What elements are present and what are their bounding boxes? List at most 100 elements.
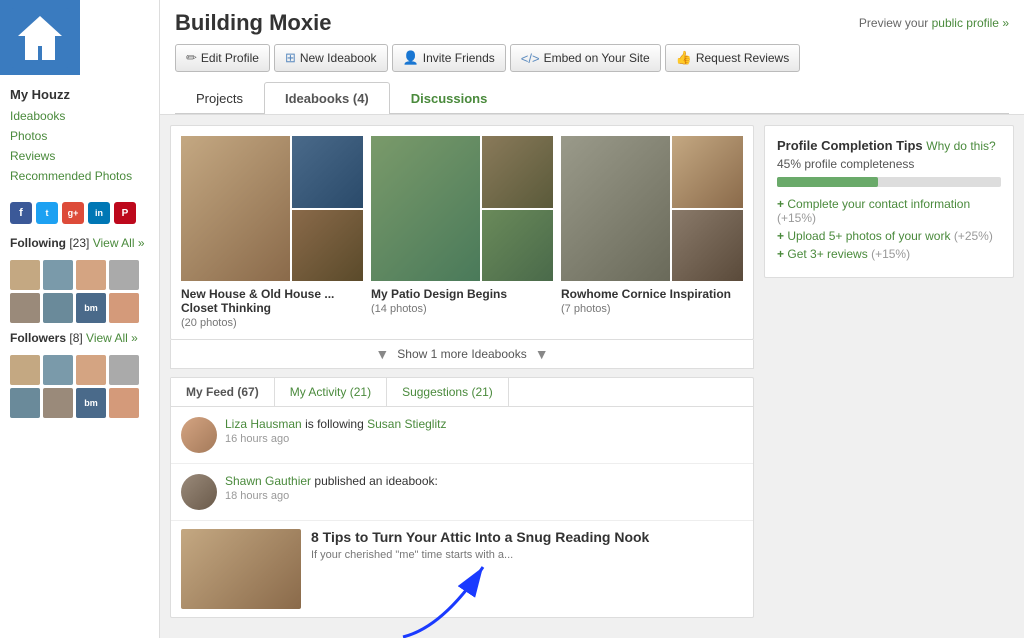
feed-tab-my-feed[interactable]: My Feed (67) — [171, 378, 275, 406]
book-icon: ⊞ — [285, 50, 296, 66]
sidebar-item-recommended-photos[interactable]: Recommended Photos — [0, 166, 159, 186]
public-profile-link[interactable]: public profile » — [932, 16, 1009, 30]
embed-label: Embed on Your Site — [544, 51, 650, 65]
feed-item-1-time: 16 hours ago — [225, 433, 743, 445]
google-plus-icon[interactable]: g+ — [62, 202, 84, 224]
susan-link[interactable]: Susan Stieglitz — [367, 417, 446, 431]
follower-avatar — [109, 355, 139, 385]
feed-item-1-action: Liza Hausman is following Susan Stieglit… — [225, 417, 743, 431]
ideabook-2-thumb-1 — [482, 136, 553, 208]
sidebar: My Houzz Ideabooks Photos Reviews Recomm… — [0, 0, 160, 638]
tip-3-plus: + — [777, 247, 784, 261]
feed-tab-my-activity[interactable]: My Activity (21) — [275, 378, 387, 406]
ideabook-card-2[interactable]: My Patio Design Begins (14 photos) — [371, 136, 553, 329]
show-more-bar[interactable]: ▼ Show 1 more Ideabooks ▼ — [170, 340, 754, 369]
follower-avatar — [10, 355, 40, 385]
feed-item-2-time: 18 hours ago — [225, 490, 743, 502]
tip-1-link[interactable]: Complete your contact information — [787, 197, 970, 211]
feed-tab-suggestions[interactable]: Suggestions (21) — [387, 378, 509, 406]
ideabook-1-count: (20 photos) — [181, 317, 363, 329]
following-view-all[interactable]: View All » — [93, 236, 145, 250]
twitter-icon[interactable]: t — [36, 202, 58, 224]
new-ideabook-button[interactable]: ⊞ New Ideabook — [274, 44, 388, 72]
tip-item-3: + Get 3+ reviews (+15%) — [777, 247, 1001, 261]
followers-section: Followers [8] View All » — [0, 329, 159, 349]
followers-view-all[interactable]: View All » — [86, 331, 138, 345]
ideabook-1-thumbs — [292, 136, 363, 281]
friends-icon: 👤 — [403, 50, 419, 66]
progress-bar-fill — [777, 177, 878, 187]
tip-2-amount: (+25%) — [954, 229, 993, 243]
tab-projects[interactable]: Projects — [175, 82, 264, 114]
ideabook-2-thumb-2 — [482, 210, 553, 282]
follower-avatar — [43, 388, 73, 418]
tab-discussions[interactable]: Discussions — [390, 82, 509, 114]
edit-profile-button[interactable]: ✏ Edit Profile — [175, 44, 270, 72]
facebook-icon[interactable]: f — [10, 202, 32, 224]
tip-3-link[interactable]: Get 3+ reviews — [787, 247, 867, 261]
shawn-link[interactable]: Shawn Gauthier — [225, 474, 311, 488]
sidebar-item-my-houzz[interactable]: My Houzz — [0, 83, 159, 106]
sidebar-item-reviews[interactable]: Reviews — [0, 146, 159, 166]
following-avatar — [43, 260, 73, 290]
tip-3-amount: (+15%) — [871, 247, 910, 261]
toolbar: ✏ Edit Profile ⊞ New Ideabook 👤 Invite F… — [175, 44, 1009, 72]
logo[interactable] — [0, 0, 80, 75]
article-title[interactable]: 8 Tips to Turn Your Attic Into a Snug Re… — [311, 529, 743, 545]
tip-2-link[interactable]: Upload 5+ photos of your work — [787, 229, 950, 243]
follower-avatar — [43, 355, 73, 385]
embed-button[interactable]: </> Embed on Your Site — [510, 44, 661, 72]
header-top: Building Moxie Preview your public profi… — [175, 10, 1009, 36]
following-avatar: bm — [76, 293, 106, 323]
following-section: Following [23] View All » — [0, 232, 159, 254]
ideabook-card-3[interactable]: Rowhome Cornice Inspiration (7 photos) — [561, 136, 743, 329]
sidebar-item-photos[interactable]: Photos — [0, 126, 159, 146]
arrow-right-icon: ▼ — [535, 346, 549, 362]
follower-avatar — [10, 388, 40, 418]
main-tabs: Projects Ideabooks (4) Discussions — [175, 82, 1009, 114]
feed-item-1-text: Liza Hausman is following Susan Stieglit… — [225, 417, 743, 445]
main-content: Building Moxie Preview your public profi… — [160, 0, 1024, 638]
ideabook-3-images — [561, 136, 743, 281]
following-avatar — [43, 293, 73, 323]
ideabook-3-title: Rowhome Cornice Inspiration — [561, 287, 743, 301]
following-avatar — [109, 260, 139, 290]
following-label: Following — [10, 236, 66, 250]
new-ideabook-label: New Ideabook — [300, 51, 377, 65]
feed-content: Liza Hausman is following Susan Stieglit… — [171, 407, 753, 617]
tab-ideabooks[interactable]: Ideabooks (4) — [264, 82, 390, 114]
feed-article: 8 Tips to Turn Your Attic Into a Snug Re… — [171, 521, 753, 617]
followers-grid: bm — [0, 349, 159, 424]
article-image — [181, 529, 301, 609]
my-activity-count: (21) — [350, 385, 371, 399]
content-wrapper: New House & Old House ... Closet Thinkin… — [160, 115, 1024, 628]
invite-friends-button[interactable]: 👤 Invite Friends — [392, 44, 506, 72]
pencil-icon: ✏ — [186, 50, 197, 66]
following-avatar — [76, 260, 106, 290]
follower-avatar: bm — [76, 388, 106, 418]
edit-profile-label: Edit Profile — [201, 51, 259, 65]
why-link[interactable]: Why do this? — [926, 139, 995, 153]
invite-friends-label: Invite Friends — [423, 51, 495, 65]
ideabook-1-images — [181, 136, 363, 281]
pinterest-icon[interactable]: P — [114, 202, 136, 224]
linkedin-icon[interactable]: in — [88, 202, 110, 224]
follower-avatar — [109, 388, 139, 418]
show-more-label: Show 1 more Ideabooks — [397, 347, 526, 361]
ideabook-card-1[interactable]: New House & Old House ... Closet Thinkin… — [181, 136, 363, 329]
tip-item-2: + Upload 5+ photos of your work (+25%) — [777, 229, 1001, 243]
profile-completeness-percent: 45% profile completeness — [777, 157, 1001, 171]
following-avatar — [10, 260, 40, 290]
ideabook-2-title: My Patio Design Begins — [371, 287, 553, 301]
sidebar-item-ideabooks[interactable]: Ideabooks — [0, 106, 159, 126]
feed-item-1: Liza Hausman is following Susan Stieglit… — [171, 407, 753, 464]
ideabook-2-main-image — [371, 136, 480, 281]
ideabooks-grid: New House & Old House ... Closet Thinkin… — [170, 125, 754, 340]
social-icons: f t g+ in P — [0, 194, 159, 232]
ideabook-1-thumb-2 — [292, 210, 363, 282]
ideabook-1-title: New House & Old House ... Closet Thinkin… — [181, 287, 363, 315]
request-reviews-button[interactable]: 👍 Request Reviews — [665, 44, 801, 72]
ideabook-1-main-image — [181, 136, 290, 281]
following-grid: bm — [0, 254, 159, 329]
liza-link[interactable]: Liza Hausman — [225, 417, 302, 431]
